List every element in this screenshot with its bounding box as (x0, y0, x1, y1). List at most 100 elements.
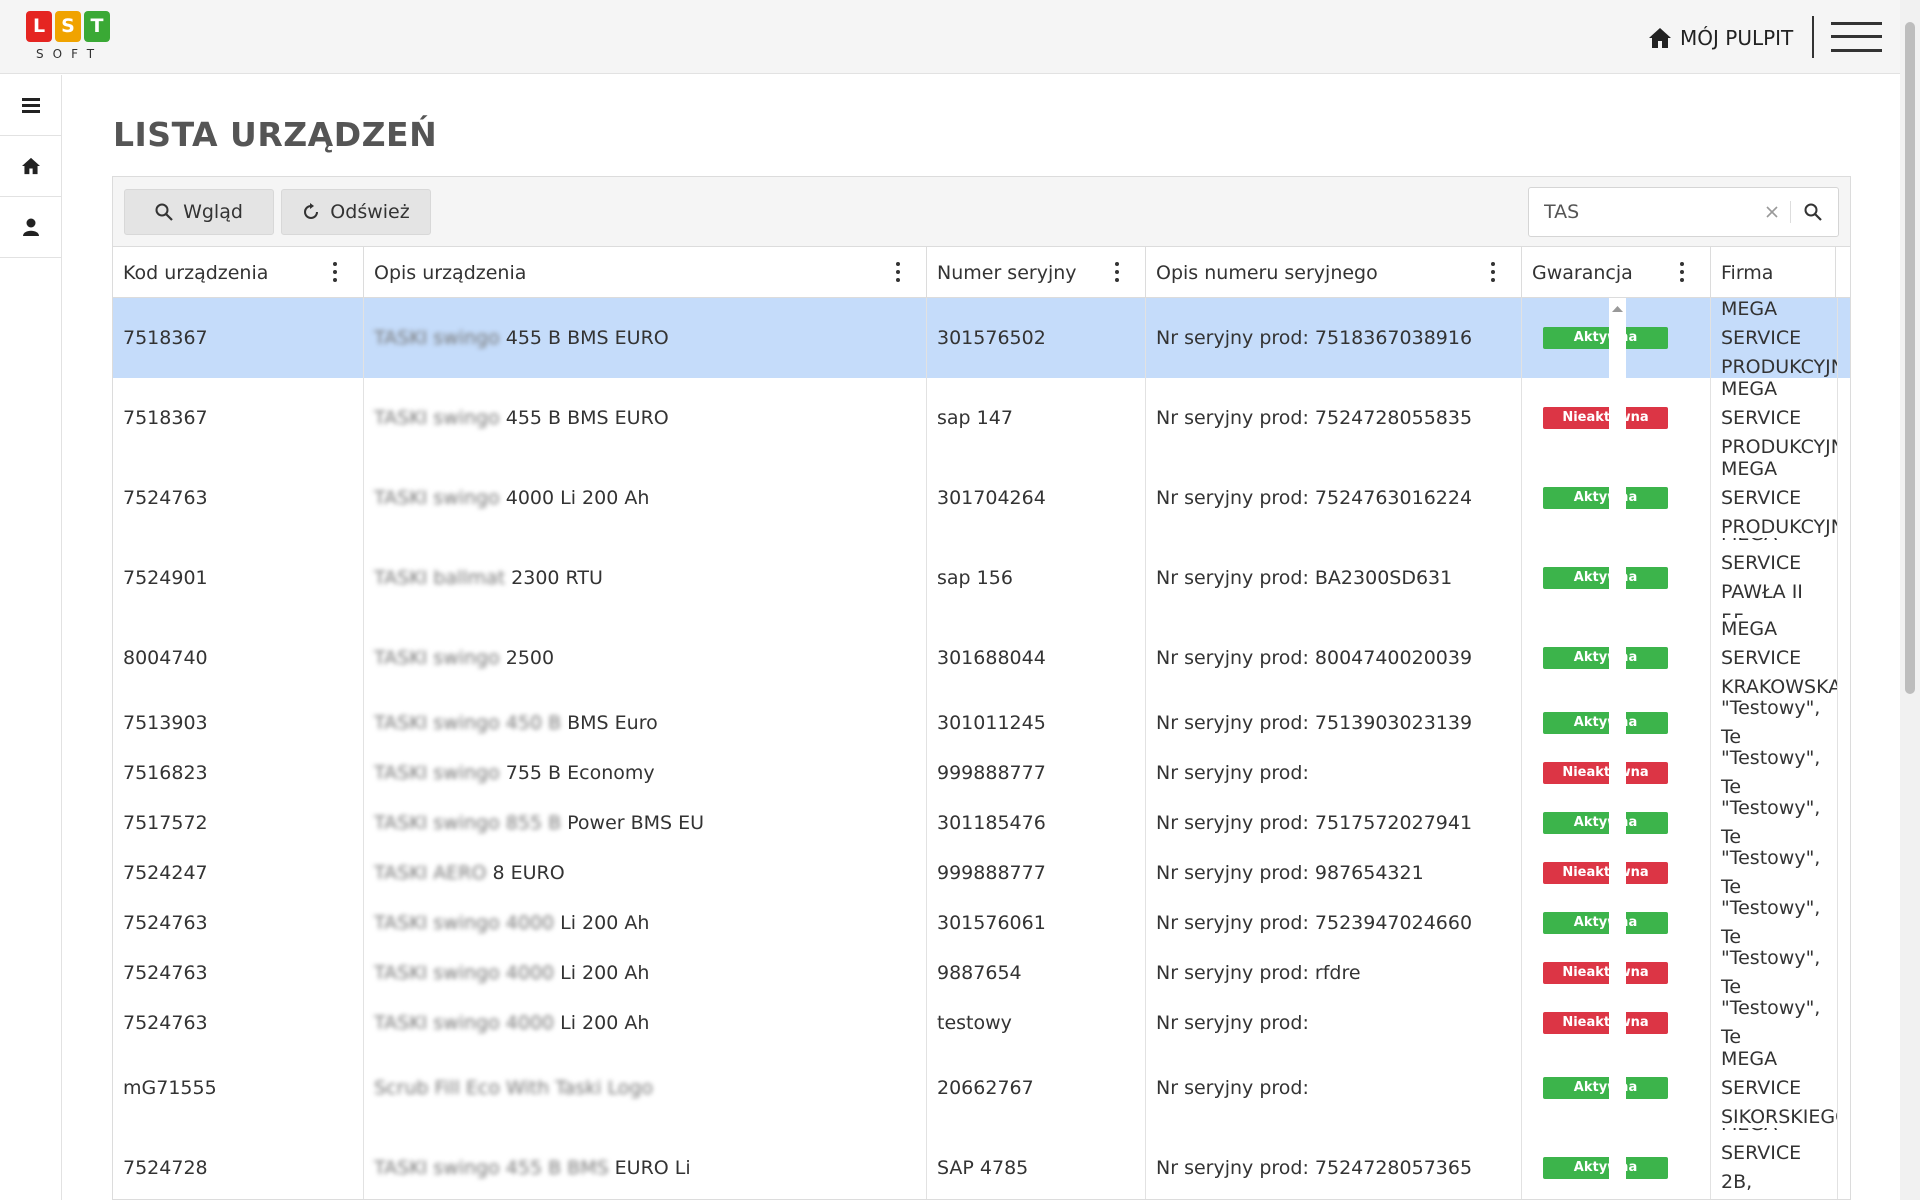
cell-opis: TASKI swingo 4000 Li 200 Ah (364, 898, 927, 948)
table-row[interactable]: mG71555 Scrub Fill Eco With Taski Logo 206… (113, 1048, 1850, 1128)
table-row[interactable]: 7518367 TASKI swingo 455 B BMS EURO 3015765… (113, 298, 1850, 378)
cell-text: MEGA SERVICE PRODUKCYJNA (1721, 298, 1837, 378)
cell-numer: 301011245 (927, 698, 1146, 748)
user-icon (23, 218, 39, 236)
cell-text: MEGA SERVICE PRODUKCYJNA (1721, 458, 1837, 538)
blurred-brand-text: TASKI swingo (374, 327, 500, 349)
search-box (1528, 187, 1839, 237)
table-row[interactable]: 7517572 TASKI swingo 855 B Power BMS EU 301… (113, 798, 1850, 848)
warranty-status-badge: Nieaktywna (1543, 1012, 1668, 1034)
search-input[interactable] (1530, 189, 1756, 235)
column-header-firma[interactable]: Firma (1711, 247, 1836, 298)
table-row[interactable]: 7524728 TASKI swingo 455 B BMS EURO Li SAP … (113, 1128, 1850, 1199)
column-menu-icon[interactable] (1489, 262, 1497, 282)
blurred-brand-text: TASKI swingo (374, 762, 500, 784)
table-row[interactable]: 7518367 TASKI swingo 455 B BMS EURO sap 147… (113, 378, 1850, 458)
scroll-up-icon (1612, 306, 1623, 312)
cell-numer: 301704264 (927, 458, 1146, 538)
dashboard-link[interactable]: MÓJ PULPIT (1648, 24, 1793, 52)
cell-numer: 301576502 (927, 298, 1146, 378)
column-menu-icon[interactable] (331, 262, 339, 282)
sidebar-item-home[interactable] (0, 136, 62, 197)
cell-opis-numeru: Nr seryjny prod: (1146, 998, 1522, 1048)
menu-icon (22, 98, 40, 113)
table-scrollbar[interactable] (1609, 298, 1626, 1199)
warranty-status-badge: Nieaktywna (1543, 862, 1668, 884)
cell-text: MEGA SERVICE 2B, OLSZTYN (1721, 1128, 1802, 1193)
blurred-brand-text: TASKI swingo 855 B (374, 812, 562, 834)
cell-opis: TASKI swingo 755 B Economy (364, 748, 927, 798)
warranty-status-badge: Aktywna (1543, 647, 1668, 669)
cell-opis-numeru: Nr seryjny prod: 7524728057365 (1146, 1128, 1522, 1199)
cell-text: SAP 4785 (937, 1157, 1029, 1179)
table-row[interactable]: 7513903 TASKI swingo 450 B BMS Euro 3010112… (113, 698, 1850, 748)
main-menu-button[interactable] (1831, 22, 1882, 52)
cell-opis: TASKI swingo 2500 (364, 618, 927, 698)
cell-numer: 301576061 (927, 898, 1146, 948)
cell-opis-numeru: Nr seryjny prod: 987654321 (1146, 848, 1522, 898)
page-title: LISTA URZĄDZEŃ (113, 115, 438, 154)
cell-text: Nr seryjny prod: 7524728057365 (1156, 1157, 1473, 1179)
table-row[interactable]: 7524901 TASKI ballmat 2300 RTU sap 156 Nr se… (113, 538, 1850, 618)
column-header-opis-numeru[interactable]: Opis numeru seryjnego (1146, 247, 1522, 298)
logo-subtitle: SOFT (36, 47, 104, 61)
clear-search-button[interactable] (1757, 198, 1787, 226)
cell-text: "Testowy", Te (1721, 848, 1821, 898)
view-button[interactable]: Wgląd (124, 189, 274, 235)
cell-firma: MEGA SERVICE SIKORSKIEGO (1711, 1048, 1838, 1128)
column-menu-icon[interactable] (1678, 262, 1686, 282)
column-header-numer[interactable]: Numer seryjny (927, 247, 1146, 298)
device-description: 2500 (505, 647, 555, 669)
device-description: 755 B Economy (505, 762, 655, 784)
sidebar-toggle-button[interactable] (0, 75, 62, 136)
blurred-brand-text: TASKI swingo (374, 407, 500, 429)
page-scroll-thumb[interactable] (1905, 22, 1915, 694)
close-icon (1766, 206, 1778, 218)
lst-soft-logo[interactable]: L S T SOFT (26, 11, 112, 63)
table-row[interactable]: 7524763 TASKI swingo 4000 Li 200 Ah 9887654… (113, 948, 1850, 998)
cell-text: 7524901 (123, 567, 208, 589)
cell-numer: 301185476 (927, 798, 1146, 848)
cell-opis: TASKI swingo 4000 Li 200 Ah (364, 458, 927, 538)
device-description: Power BMS EU (567, 812, 705, 834)
warranty-status-badge: Aktywna (1543, 567, 1668, 589)
blurred-brand-text: TASKI swingo 455 B BMS (374, 1157, 609, 1179)
search-button[interactable] (1793, 198, 1833, 226)
cell-text: 7524728 (123, 1157, 208, 1179)
device-description: BMS Euro (567, 712, 658, 734)
cell-firma: "Testowy", Te (1711, 898, 1838, 948)
cell-text: 7517572 (123, 812, 208, 834)
cell-opis: TASKI swingo 455 B BMS EURO Li (364, 1128, 927, 1199)
cell-text: MEGA SERVICE SIKORSKIEGO (1721, 1048, 1838, 1128)
cell-text: sap 147 (937, 407, 1013, 429)
cell-opis-numeru: Nr seryjny prod: 7517572027941 (1146, 798, 1522, 848)
column-header-opis[interactable]: Opis urządzenia (364, 247, 927, 298)
refresh-button-label: Odśwież (330, 201, 410, 223)
warranty-status-badge: Aktywna (1543, 1077, 1668, 1099)
device-description: 8 EURO (492, 862, 565, 884)
column-header-kod[interactable]: Kod urządzenia (113, 247, 364, 298)
warranty-status-badge: Aktywna (1543, 912, 1668, 934)
cell-opis: TASKI swingo 4000 Li 200 Ah (364, 948, 927, 998)
column-menu-icon[interactable] (1113, 262, 1121, 282)
hamburger-line (1831, 35, 1882, 38)
table-row[interactable]: 7524247 TASKI AERO 8 EURO 999888777 Nr seryj… (113, 848, 1850, 898)
search-icon (155, 203, 173, 221)
table-row[interactable]: 7524763 TASKI swingo 4000 Li 200 Ah 3015760… (113, 898, 1850, 948)
search-divider (1790, 201, 1791, 223)
cell-text: "Testowy", Te (1721, 698, 1821, 748)
table-row[interactable]: 7524763 TASKI swingo 4000 Li 200 Ah 3017042… (113, 458, 1850, 538)
table-row[interactable]: 8004740 TASKI swingo 2500 301688044 Nr seryj… (113, 618, 1850, 698)
cell-text: 7524763 (123, 1012, 208, 1034)
cell-text: 8004740 (123, 647, 208, 669)
cell-text: mG71555 (123, 1077, 217, 1099)
table-row[interactable]: 7524763 TASKI swingo 4000 Li 200 Ah testowy… (113, 998, 1850, 1048)
sidebar-item-user[interactable] (0, 197, 62, 258)
cell-opis-numeru: Nr seryjny prod: 7524728055835 (1146, 378, 1522, 458)
table-row[interactable]: 7516823 TASKI swingo 755 B Economy 99988877… (113, 748, 1850, 798)
refresh-button[interactable]: Odśwież (281, 189, 431, 235)
cell-numer: 999888777 (927, 848, 1146, 898)
cell-numer: SAP 4785 (927, 1128, 1146, 1199)
column-header-gwarancja[interactable]: Gwarancja (1522, 247, 1711, 298)
column-menu-icon[interactable] (894, 262, 902, 282)
